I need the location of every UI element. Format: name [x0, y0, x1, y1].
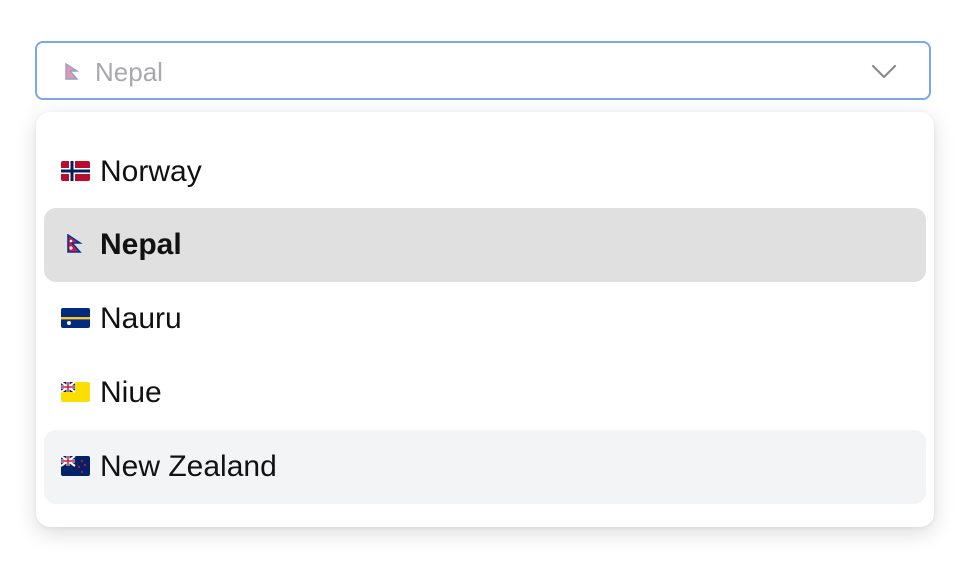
option-nauru[interactable]: Nauru	[44, 282, 926, 356]
option-label: Nepal	[100, 228, 182, 261]
dropdown-menu: Norway Nepal Nauru Niue New Zealand	[36, 112, 934, 527]
new-zealand-flag-icon	[61, 456, 90, 476]
select-value: Nepal	[95, 57, 163, 87]
option-new-zealand[interactable]: New Zealand	[44, 430, 926, 504]
option-label: New Zealand	[100, 450, 277, 483]
norway-flag-icon	[61, 161, 90, 181]
option-norway[interactable]: Norway	[44, 135, 926, 209]
chevron-down-icon[interactable]	[871, 64, 897, 80]
option-nepal[interactable]: Nepal	[44, 208, 926, 282]
country-select[interactable]: Nepal	[35, 41, 931, 100]
option-label: Norway	[100, 155, 202, 188]
option-label: Nauru	[100, 302, 182, 335]
nepal-flag-icon	[65, 63, 79, 81]
nauru-flag-icon	[61, 308, 90, 328]
option-niue[interactable]: Niue	[44, 356, 926, 430]
option-label: Niue	[100, 376, 162, 409]
niue-flag-icon	[61, 382, 90, 402]
nepal-flag-icon	[61, 234, 90, 254]
